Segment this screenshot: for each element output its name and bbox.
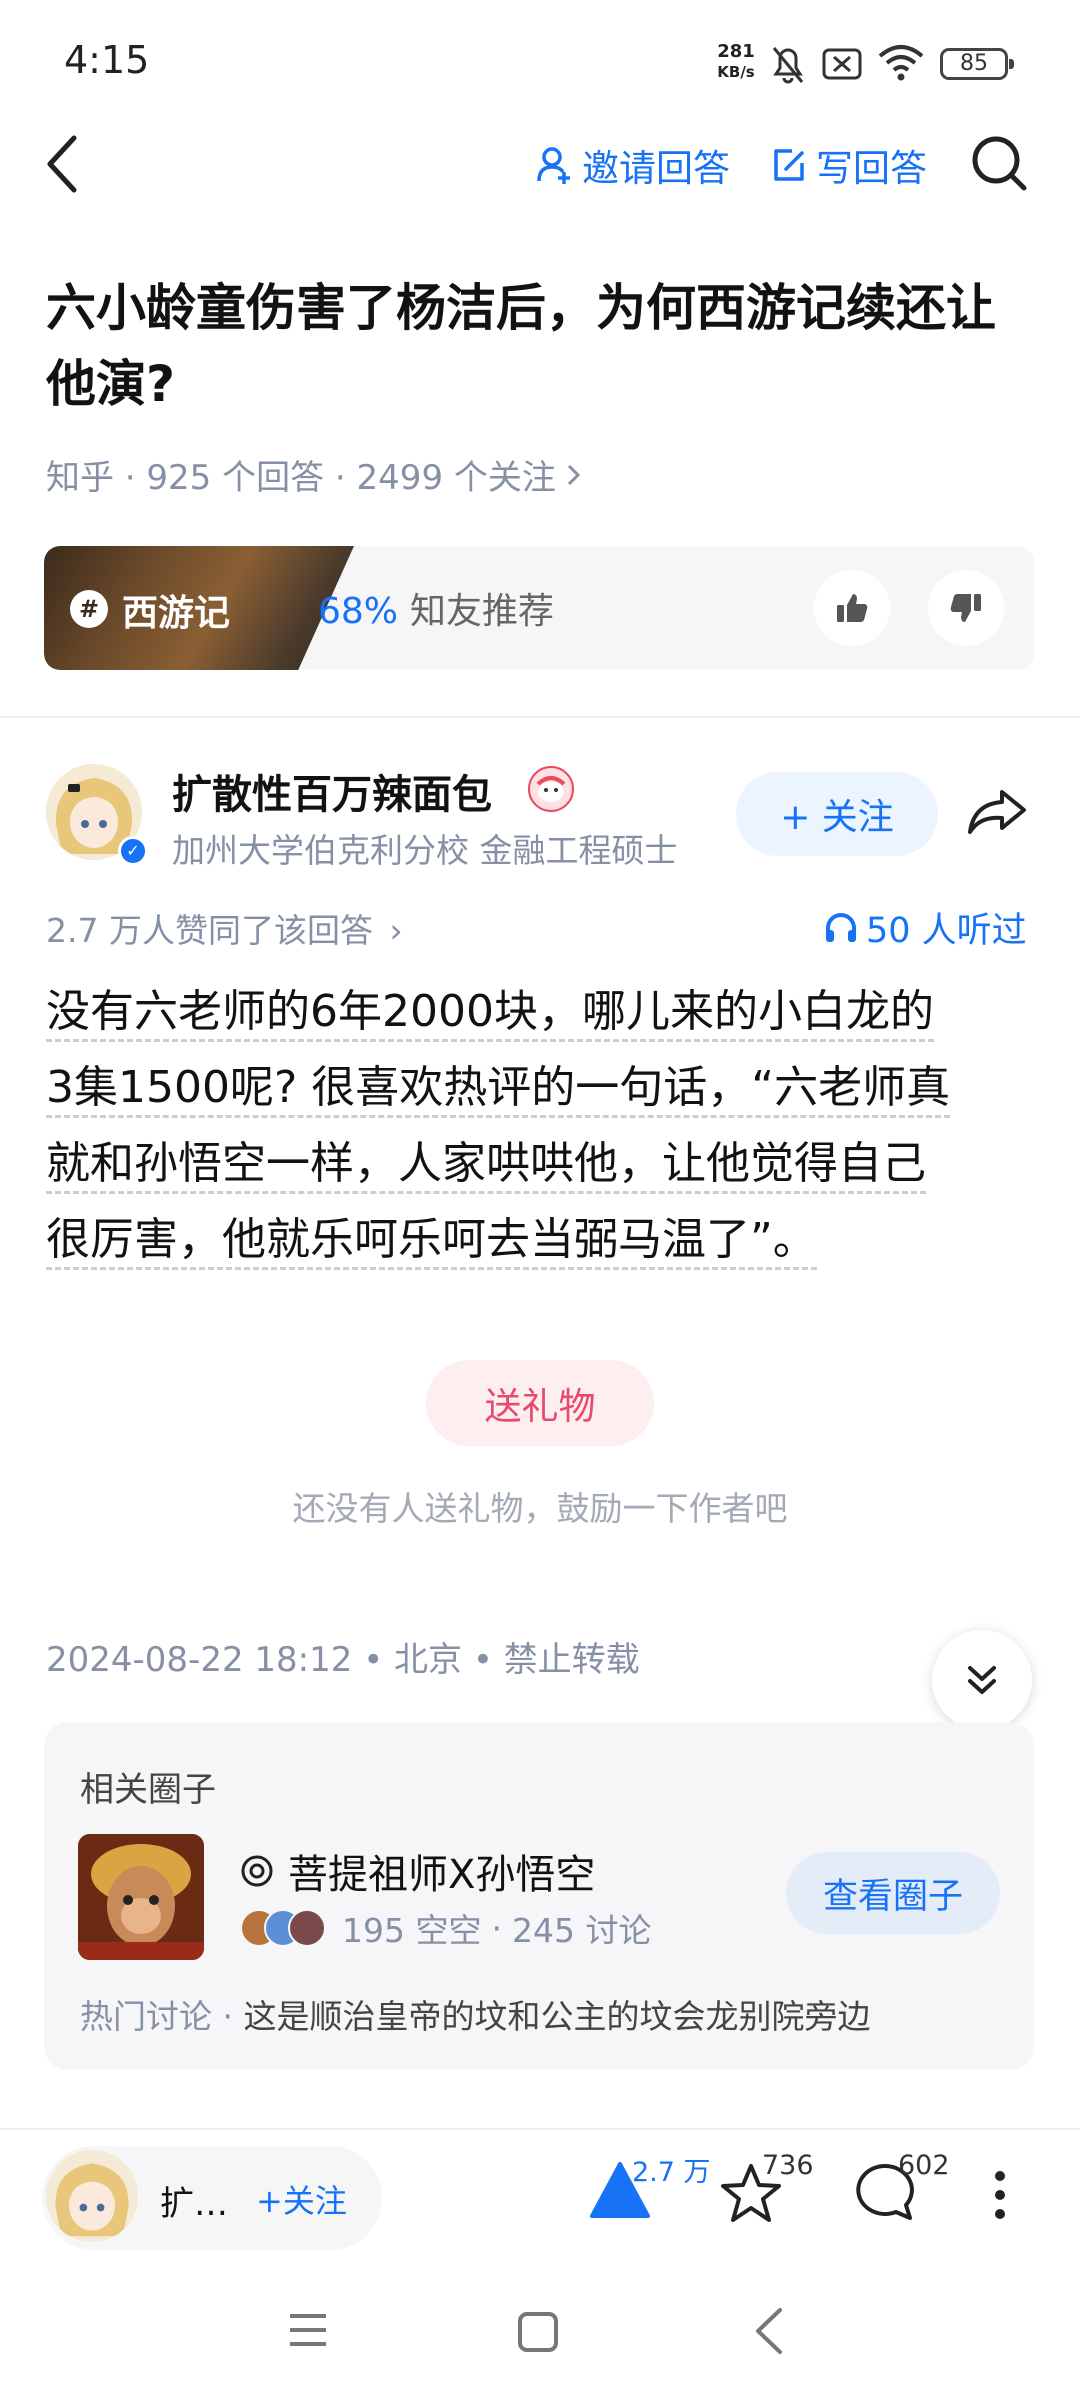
answer-line: 没有六老师的6年2000块，哪儿来的小白龙的: [46, 986, 934, 1042]
battery-indicator: 85: [940, 48, 1014, 80]
mute-bell-icon: [772, 47, 804, 84]
author-name[interactable]: 扩散性百万辣面包: [172, 762, 492, 820]
related-circle-heading: 相关圈子: [80, 1770, 216, 1810]
system-back-icon[interactable]: [752, 2306, 786, 2356]
section-divider: [0, 716, 1080, 718]
circle-thumbnail[interactable]: [78, 1834, 204, 1960]
circle-name-text: 菩提祖师X孙悟空: [288, 1852, 596, 1898]
question-meta[interactable]: 知乎 · 925 个回答 · 2499 个关注: [46, 450, 584, 499]
answer-content[interactable]: 没有六老师的6年2000块，哪儿来的小白龙的 3集1500呢? 很喜欢热评的一句…: [46, 974, 1038, 1278]
view-circle-button[interactable]: 查看圈子: [786, 1852, 1000, 1934]
anime-avatar-image: [46, 2150, 138, 2242]
listened-count[interactable]: 50 人听过: [824, 902, 1027, 953]
network-speed-unit: KB/s: [717, 63, 755, 81]
recommend-label: 知友推荐: [410, 591, 555, 632]
network-speed-value: 281: [717, 41, 755, 62]
member-avatars: [240, 1909, 326, 1947]
back-arrow-icon[interactable]: [44, 134, 80, 194]
verified-badge-icon: ✓: [118, 836, 148, 866]
gift-hint: 还没有人送礼物，鼓励一下作者吧: [292, 1489, 788, 1528]
hot-discussion[interactable]: 热门讨论 · 这是顺治皇帝的坟和公主的坟会龙别院旁边: [80, 1990, 980, 2038]
question-title[interactable]: 六小龄童伤害了杨洁后，为何西游记续还让他演?: [46, 270, 1036, 422]
headphones-icon: [826, 912, 856, 942]
member-avatar: [288, 1909, 326, 1947]
favorite-count: 736: [762, 2150, 814, 2181]
search-icon[interactable]: [970, 134, 1028, 192]
send-gift-button[interactable]: 送礼物: [426, 1360, 654, 1446]
recommend-bar: # 西游记 68% 知友推荐: [44, 546, 1034, 670]
invite-answer-button[interactable]: 邀请回答: [536, 138, 730, 192]
recommend-thumbs-up-button[interactable]: [814, 570, 890, 646]
thumbs-down-icon: [950, 594, 981, 622]
circle-members: 195 空空: [342, 1911, 482, 1950]
agree-count-text: 2.7 万人赞同了该回答: [46, 911, 373, 950]
write-answer-button[interactable]: 写回答: [772, 138, 927, 192]
circle-discussions: 245 讨论: [511, 1911, 652, 1950]
answer-line: 3集1500呢? 很喜欢热评的一句话，“六老师真: [46, 1062, 951, 1118]
edit-pencil-icon: [774, 149, 804, 181]
collapse-button[interactable]: [932, 1630, 1032, 1730]
status-time: 4:15: [64, 38, 150, 82]
double-chevron-down-icon: [968, 1666, 996, 1694]
circle-target-icon: [241, 1855, 273, 1887]
recommend-thumbs-down-button[interactable]: [928, 570, 1004, 646]
author-medal-icon: [528, 766, 574, 812]
share-icon[interactable]: [966, 786, 1028, 838]
recommend-percent: 68%: [318, 591, 399, 632]
hot-discussion-label: 热门讨论: [80, 1997, 212, 2036]
chevron-right-icon: ›: [389, 911, 403, 950]
wifi-icon: [878, 45, 924, 81]
more-vertical-icon[interactable]: [988, 2168, 1012, 2222]
sim-blocked-icon: [822, 48, 862, 80]
monkey-king-image: [78, 1834, 204, 1960]
answer-line: 就和孙悟空一样，人家哄哄他，让他觉得自己: [46, 1138, 926, 1194]
circle-stats: 195 空空 · 245 讨论: [240, 1904, 651, 1952]
listened-text: 50 人听过: [866, 911, 1027, 951]
agree-count-link[interactable]: 2.7 万人赞同了该回答 ›: [46, 904, 403, 952]
dot-separator: ·: [491, 1908, 502, 1948]
author-bio: 加州大学伯克利分校 金融工程硕士: [172, 831, 678, 870]
comment-count: 602: [898, 2150, 950, 2181]
bottom-author-avatar[interactable]: [46, 2150, 138, 2242]
answer-line: 很厉害，他就乐呵乐呵去当弼马温了”。: [46, 1214, 817, 1270]
invite-user-icon: [537, 147, 570, 184]
invite-answer-label: 邀请回答: [582, 147, 730, 190]
bottom-author-name[interactable]: 扩…: [160, 2176, 228, 2225]
network-speed: 281 KB/s: [708, 42, 764, 82]
bottom-follow-button[interactable]: +关注: [256, 2176, 347, 2222]
chevron-right-icon: [567, 464, 581, 485]
recommend-text: 68% 知友推荐: [318, 582, 554, 634]
hot-discussion-text: 这是顺治皇帝的坟和公主的坟会龙别院旁边: [243, 1997, 871, 2036]
topic-tag[interactable]: # 西游记: [44, 546, 354, 670]
upvote-count: 2.7 万: [632, 2157, 711, 2188]
topic-label: 西游记: [122, 593, 231, 634]
circle-name[interactable]: 菩提祖师X孙悟空: [240, 1842, 595, 1900]
system-menu-icon[interactable]: [286, 2310, 330, 2350]
post-meta: 2024-08-22 18:12 • 北京 • 禁止转载: [46, 1640, 640, 1680]
dot-separator: ·: [222, 1997, 244, 2036]
thumbs-up-icon: [837, 594, 868, 622]
question-meta-text: 知乎 · 925 个回答 · 2499 个关注: [46, 458, 556, 498]
system-home-icon[interactable]: [516, 2310, 560, 2354]
badge-face-icon: [536, 776, 566, 802]
write-answer-label: 写回答: [816, 147, 927, 190]
hashtag-icon: #: [70, 590, 108, 628]
follow-author-button[interactable]: + 关注: [736, 772, 938, 856]
